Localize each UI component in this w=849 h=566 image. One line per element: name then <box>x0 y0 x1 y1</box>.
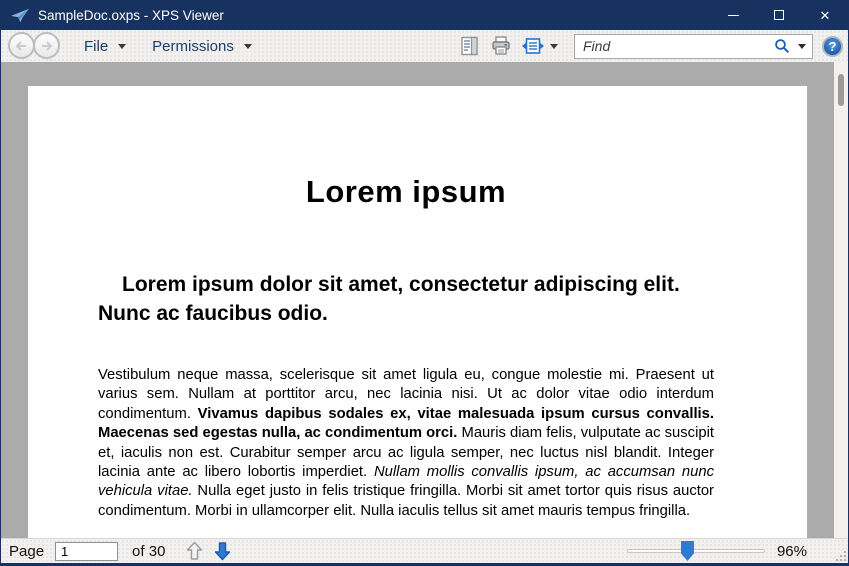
page-content: Lorem ipsum Lorem ipsum dolor sit amet, … <box>28 174 807 521</box>
close-icon: ✕ <box>819 7 831 23</box>
page-label: Page <box>9 542 45 560</box>
close-button[interactable]: ✕ <box>802 0 848 30</box>
xps-viewer-window: SampleDoc.oxps - XPS Viewer ✕ File Permi… <box>0 0 849 566</box>
document-title: Lorem ipsum <box>305 174 507 209</box>
page-down-icon <box>214 542 231 561</box>
chevron-down-icon <box>243 43 252 49</box>
forward-button[interactable] <box>33 32 60 59</box>
vertical-scrollbar[interactable] <box>834 62 848 538</box>
print-icon <box>492 36 510 55</box>
window-title: SampleDoc.oxps - XPS Viewer <box>38 7 224 23</box>
zoom-slider[interactable] <box>626 540 765 562</box>
help-button[interactable]: ? <box>822 35 843 57</box>
page-up-icon <box>186 541 203 560</box>
print-button[interactable] <box>488 33 514 59</box>
document-view-icon <box>460 36 478 56</box>
back-button[interactable] <box>8 32 35 59</box>
back-arrow-icon <box>15 40 26 51</box>
titlebar: SampleDoc.oxps - XPS Viewer ✕ <box>1 0 848 30</box>
find-options-dropdown-icon[interactable] <box>798 43 806 49</box>
content-area: Lorem ipsum Lorem ipsum dolor sit amet, … <box>1 62 848 538</box>
find-box <box>574 33 813 59</box>
maximize-icon <box>774 10 784 20</box>
minimize-button[interactable] <box>710 0 756 30</box>
toolbar-icon-group <box>456 33 562 59</box>
find-input[interactable] <box>583 38 774 54</box>
permissions-menu[interactable]: Permissions <box>152 38 252 55</box>
statusbar: Page of 30 96% <box>1 538 848 563</box>
document-page: Lorem ipsum Lorem ipsum dolor sit amet, … <box>28 86 807 538</box>
toolbar: File Permissions Find ? <box>1 30 848 62</box>
page-count-label: of 30 <box>132 542 166 560</box>
document-viewport: Lorem ipsum Lorem ipsum dolor sit amet, … <box>1 62 834 538</box>
forward-arrow-icon <box>42 40 53 51</box>
permissions-menu-label: Permissions <box>152 37 234 55</box>
chevron-down-icon <box>118 43 127 49</box>
page-width-button[interactable] <box>520 33 546 59</box>
scrollbar-thumb[interactable] <box>838 74 844 106</box>
page-width-dropdown[interactable] <box>546 33 562 59</box>
page-number-input[interactable] <box>55 541 119 561</box>
next-page-button[interactable] <box>211 540 233 562</box>
maximize-button[interactable] <box>756 0 802 30</box>
previous-page-button[interactable] <box>183 540 205 562</box>
zoom-slider-thumb[interactable] <box>680 541 694 561</box>
chevron-down-icon <box>550 43 558 49</box>
document-subtitle: Lorem ipsum dolor sit amet, consectetur … <box>98 273 680 325</box>
file-menu[interactable]: File <box>84 37 127 55</box>
help-icon: ? <box>828 38 837 54</box>
minimize-icon <box>727 14 739 16</box>
xps-app-icon <box>11 8 29 23</box>
search-icon[interactable] <box>774 38 790 54</box>
page-width-icon <box>522 38 544 54</box>
document-paragraph: Vestibulum neque massa, scelerisque sit … <box>98 366 714 521</box>
zoom-percent-label: 96% <box>776 542 807 560</box>
document-view-button[interactable] <box>456 33 482 59</box>
zoom-slider-track[interactable] <box>626 549 765 553</box>
file-menu-label: File <box>84 37 109 55</box>
navigation-capsule <box>8 32 61 60</box>
resize-grip[interactable] <box>835 550 847 562</box>
